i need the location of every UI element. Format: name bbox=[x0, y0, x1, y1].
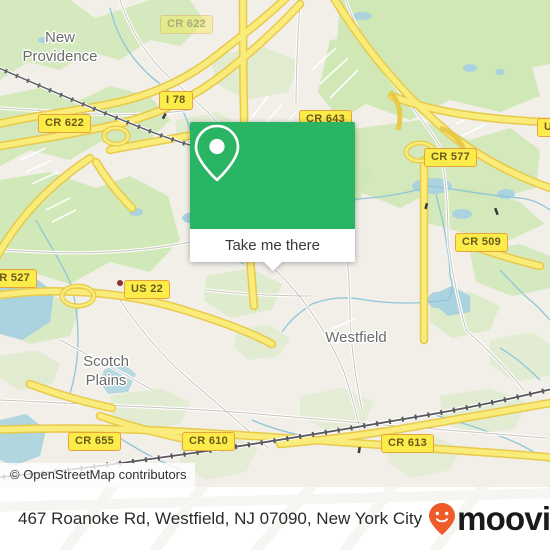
road-shield-cr-610[interactable]: CR 610 bbox=[182, 432, 236, 451]
road-shield-cr-613[interactable]: CR 613 bbox=[381, 434, 435, 453]
take-me-there-popup[interactable]: Take me there bbox=[190, 122, 355, 271]
popup-footer[interactable]: Take me there bbox=[190, 229, 355, 271]
moovit-smiley-pin-icon bbox=[429, 502, 456, 535]
road-shield-cr-655[interactable]: CR 655 bbox=[68, 432, 122, 451]
road-shield-cr-622-left[interactable]: CR 622 bbox=[38, 114, 92, 133]
place-label-westfield: Westfield bbox=[325, 329, 387, 346]
map-pin-icon bbox=[194, 124, 240, 182]
moovit-brand[interactable]: moovit bbox=[428, 502, 550, 536]
footer-bar: 467 Roanoke Rd, Westfield, NJ 07090, New… bbox=[0, 487, 550, 550]
popup-tail-icon bbox=[263, 262, 282, 271]
map-page: New Providence Scotch Plains Westfield C… bbox=[0, 0, 550, 550]
road-shield-cr-577[interactable]: CR 577 bbox=[424, 148, 478, 167]
map-canvas[interactable]: New Providence Scotch Plains Westfield C… bbox=[0, 0, 550, 487]
moovit-wordmark: moovit bbox=[457, 500, 550, 537]
road-shield-cr-509[interactable]: CR 509 bbox=[455, 233, 509, 252]
road-shield-i-78[interactable]: I 78 bbox=[159, 91, 193, 110]
place-label-scotch-plains: Scotch Plains bbox=[83, 353, 129, 389]
road-shield-us-22[interactable]: US 22 bbox=[124, 280, 171, 299]
road-shield-cr-622-top[interactable]: CR 622 bbox=[160, 15, 214, 34]
popup-header bbox=[190, 122, 355, 229]
road-shield-cr-527[interactable]: CR 527 bbox=[0, 269, 38, 288]
road-shield-us-partial[interactable]: U bbox=[537, 118, 550, 137]
osm-attribution[interactable]: © OpenStreetMap contributors bbox=[0, 463, 195, 487]
place-label-new-providence: New Providence bbox=[22, 29, 98, 65]
address-text: 467 Roanoke Rd, Westfield, NJ 07090, New… bbox=[18, 508, 423, 528]
take-me-there-label: Take me there bbox=[224, 236, 321, 254]
